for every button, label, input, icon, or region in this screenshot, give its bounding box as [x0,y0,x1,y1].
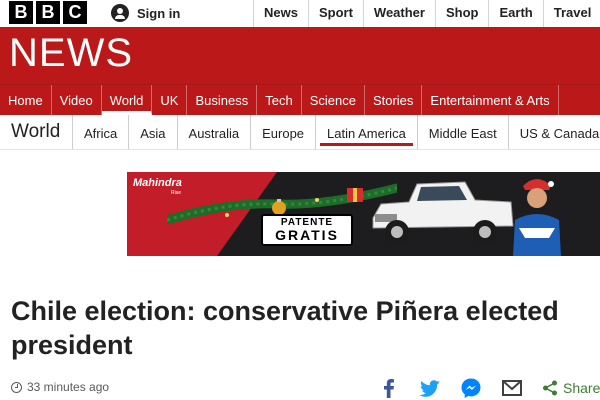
top-nav-weather[interactable]: Weather [362,0,435,27]
section-nav-us-canada[interactable]: US & Canada [507,115,600,149]
top-nav-travel[interactable]: Travel [542,0,600,27]
ad-plate-line-2: GRATIS [275,227,339,243]
share-icon [543,380,557,396]
main-nav-tech[interactable]: Tech [257,85,302,115]
section-nav-australia[interactable]: Australia [176,115,251,149]
user-icon [111,4,129,22]
section-nav-latin-america[interactable]: Latin America [315,115,417,149]
article-headline: Chile election: conservative Piñera elec… [11,296,559,360]
twitter-icon[interactable] [419,377,441,399]
bbc-logo-letter: C [63,1,87,24]
sign-in-label: Sign in [137,5,181,21]
bbc-logo-letter: B [36,1,60,24]
section-title[interactable]: World [11,121,60,143]
main-nav-home[interactable]: Home [0,85,52,115]
pickup-truck-image [372,181,514,244]
share-bar: Share [378,377,600,399]
main-nav-science[interactable]: Science [302,85,365,115]
email-icon[interactable] [501,377,523,399]
advertisement-banner[interactable]: Mahindra Rise PATENTE GRATIS [127,172,600,256]
section-nav-middle-east[interactable]: Middle East [416,115,508,149]
main-nav: Home Video World UK Business Tech Scienc… [0,84,600,115]
share-button[interactable]: Share [542,380,600,396]
messenger-icon[interactable] [460,377,482,399]
timestamp-text: 33 minutes ago [27,380,110,394]
section-nav-europe[interactable]: Europe [250,115,315,149]
ad-license-plate: PATENTE GRATIS [261,214,353,246]
main-nav-entertainment[interactable]: Entertainment & Arts [422,85,559,115]
top-bar: B B C Sign in News Sport Weather Shop Ea… [0,0,600,28]
section-nav: World Africa Asia Australia Europe Latin… [0,115,600,150]
bbc-logo-letter: B [9,1,33,24]
top-nav-shop[interactable]: Shop [434,0,489,27]
section-nav-asia[interactable]: Asia [128,115,176,149]
main-nav-world[interactable]: World [101,85,153,115]
share-label: Share [563,380,600,396]
top-nav-earth[interactable]: Earth [488,0,542,27]
top-nav-news[interactable]: News [253,0,308,27]
main-nav-business[interactable]: Business [187,85,258,115]
main-nav-uk[interactable]: UK [152,85,188,115]
article-timestamp: 33 minutes ago [11,380,109,394]
top-nav-sport[interactable]: Sport [307,0,363,27]
news-banner: NEWS [0,27,600,84]
racing-driver-image [513,179,561,256]
news-logo[interactable]: NEWS [9,31,133,76]
main-nav-stories[interactable]: Stories [365,85,423,115]
sign-in-button[interactable]: Sign in [111,3,180,23]
main-nav-video[interactable]: Video [52,85,102,115]
clock-icon [11,381,22,393]
bbc-logo[interactable]: B B C [9,1,87,24]
section-nav-africa[interactable]: Africa [72,115,128,149]
top-nav: News Sport Weather Shop Earth Travel [253,0,600,27]
facebook-icon[interactable] [378,377,400,399]
